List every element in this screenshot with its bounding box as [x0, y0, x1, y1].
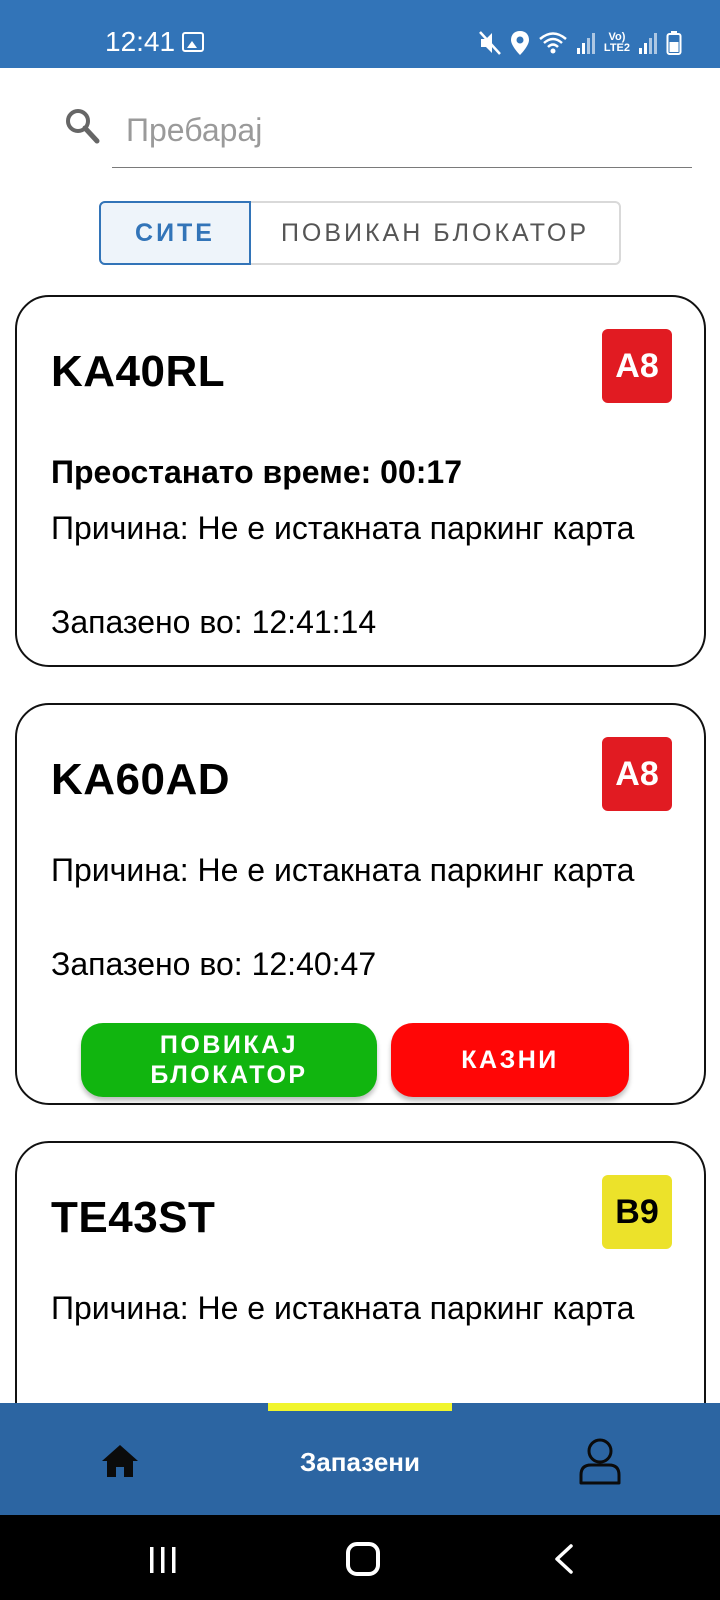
- tab-saved[interactable]: Запазени: [258, 1447, 462, 1478]
- filter-toggle: СИТЕ ПОВИКАН БЛОКАТОР: [99, 201, 621, 265]
- wifi-icon: [539, 32, 567, 54]
- battery-icon: [666, 31, 682, 55]
- status-bar: 12:41 Vo) LTE2: [0, 0, 720, 68]
- back-icon[interactable]: [552, 1543, 576, 1575]
- mute-icon: [478, 31, 501, 55]
- search-input[interactable]: [112, 100, 692, 168]
- remaining-time: Преостанато време: 00:17: [51, 454, 462, 490]
- bottom-navigation: Запазени: [0, 1403, 720, 1515]
- filter-called-blocker-button[interactable]: ПОВИКАН БЛОКАТОР: [251, 203, 619, 263]
- saved-at-text: Запазено во: 12:41:14: [51, 604, 377, 640]
- filter-all-button[interactable]: СИТЕ: [99, 201, 251, 265]
- reason-text: Причина: Не е истакната паркинг карта: [51, 510, 635, 546]
- reason-text: Причина: Не е истакната паркинг карта: [51, 852, 635, 888]
- license-plate: KA40RL: [51, 347, 226, 396]
- status-icons: Vo) LTE2: [478, 28, 682, 58]
- system-home-icon[interactable]: [346, 1542, 380, 1576]
- user-icon[interactable]: [578, 1437, 622, 1485]
- search-icon[interactable]: [64, 106, 100, 146]
- location-icon: [510, 31, 529, 55]
- system-navigation-bar: [0, 1515, 720, 1600]
- recents-icon[interactable]: [148, 1545, 178, 1575]
- image-notification-icon: [182, 32, 204, 52]
- license-plate: TE43ST: [51, 1193, 216, 1242]
- call-blocker-button[interactable]: ПОВИКАЈ БЛОКАТОР: [81, 1023, 377, 1097]
- home-icon[interactable]: [100, 1443, 140, 1479]
- signal-icon-2: [639, 33, 657, 54]
- active-tab-indicator: [268, 1403, 452, 1411]
- zone-badge: A8: [602, 737, 672, 811]
- signal-icon: [576, 33, 595, 54]
- reason-text: Причина: Не е истакната паркинг карта: [51, 1290, 635, 1326]
- zone-badge: A8: [602, 329, 672, 403]
- license-plate: KA60AD: [51, 755, 231, 804]
- record-card[interactable]: KA40RL A8 Преостанато време: 00:17 Причи…: [15, 295, 706, 667]
- status-time: 12:41: [105, 26, 176, 57]
- saved-at-text: Запазено во: 12:40:47: [51, 946, 377, 982]
- zone-badge: B9: [602, 1175, 672, 1249]
- volte-lte-label: Vo) LTE2: [603, 31, 630, 54]
- fine-button[interactable]: КАЗНИ: [391, 1023, 629, 1097]
- record-card[interactable]: KA60AD A8 Причина: Не е истакната паркин…: [15, 703, 706, 1105]
